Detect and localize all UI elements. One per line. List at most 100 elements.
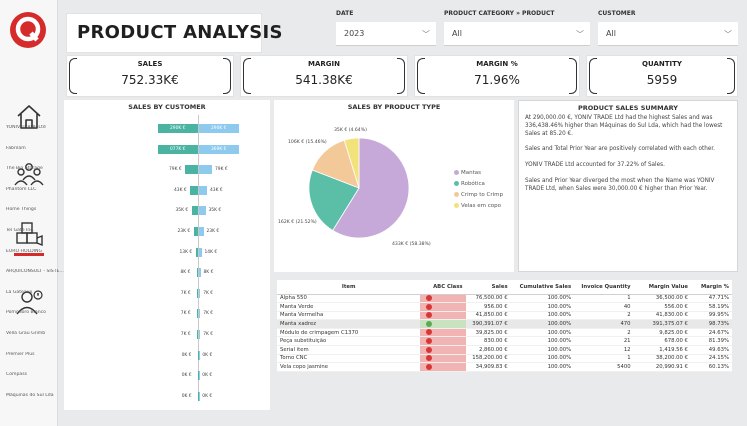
cell-quantity: 21	[574, 336, 634, 347]
cell-cumulative: 100.00%	[510, 354, 575, 364]
category-filter[interactable]: All ﹀	[444, 22, 590, 46]
legend-item[interactable]: Crimp to Crimp	[454, 192, 503, 198]
column-header-abc[interactable]: ABC Class	[420, 280, 466, 295]
cell-abc	[420, 362, 466, 372]
customer-prior-year-bar[interactable]	[199, 288, 201, 298]
products-icon[interactable]	[12, 216, 46, 250]
customer-prior-value: 8K €	[203, 270, 214, 276]
cell-sales: 390,391.07 €	[465, 319, 511, 329]
cell-margin-pct: 47.71%	[690, 294, 732, 304]
customer-sales-bar[interactable]	[196, 288, 198, 298]
kpi-quantity: QUANTITY 5959	[586, 55, 738, 97]
customer-prior-year-bar[interactable]	[199, 227, 204, 236]
cell-abc	[420, 328, 466, 338]
cell-margin-pct: 58.19%	[690, 302, 732, 312]
table-row[interactable]: Vela copo jasmine 34,909.83 €100.00% 5400 2…	[277, 362, 732, 372]
table-row[interactable]: Módulo de crimpagem C1370 39,825.00 €100.…	[277, 328, 732, 338]
customer-sales-bar[interactable]	[195, 247, 198, 257]
kpi-label: MARGIN %	[476, 60, 518, 68]
cell-quantity: 12	[574, 345, 634, 355]
customer-sales-bar[interactable]	[191, 206, 198, 216]
customer-sales-value: 290K €	[170, 126, 186, 131]
abc-status-icon	[426, 303, 433, 310]
abc-status-icon	[426, 363, 433, 370]
table-row[interactable]: Alpha 550 76,500.00 €100.00% 1 36,500.00 €4…	[277, 294, 732, 304]
customer-sales-bar[interactable]	[185, 165, 198, 175]
customer-prior-value: 35K €	[208, 208, 222, 214]
category-filter-value: All	[452, 29, 462, 38]
column-header-item[interactable]: Item	[277, 280, 421, 295]
table-row[interactable]: Peça substituição 830.00 €100.00% 21 678.00…	[277, 336, 732, 347]
cell-abc	[420, 354, 466, 364]
legend-item[interactable]: Robótica	[454, 181, 485, 187]
table-row[interactable]: Torno CNC 158,200.00 €100.00% 1 38,200.00 €…	[277, 354, 732, 364]
customer-name: Máquinas do Sul Lda	[6, 392, 54, 398]
table-row[interactable]: Serial item 2,860.00 €100.00% 12 1,419.56 €…	[277, 345, 732, 355]
cell-margin-pct: 60.13%	[690, 362, 732, 372]
customer-prior-year-bar[interactable]	[199, 247, 202, 257]
column-header-quantity[interactable]: Invoice Quantity	[574, 280, 634, 295]
customer-name: La Gateaux	[6, 289, 33, 295]
customer-prior-year-bar[interactable]	[199, 268, 201, 278]
cell-margin: 9,825.00 €	[633, 328, 691, 338]
customer-name: Vella Grau Grimb	[6, 331, 46, 336]
cell-item: Manta xadrez	[277, 319, 421, 329]
summary-paragraph: Sales and Prior Year diverged the most w…	[525, 177, 715, 192]
pie-data-label: 35K € (4.64%)	[334, 128, 367, 133]
customer-sales-bar[interactable]	[193, 227, 198, 236]
cell-margin-pct: 81.39%	[690, 336, 732, 347]
page-title-box: PRODUCT ANALYSIS	[66, 13, 282, 53]
sidebar	[0, 0, 58, 426]
table-row[interactable]: Manta Vermelha 41,850.00 €100.00% 2 41,830.…	[277, 311, 732, 321]
customer-name: EURO HOLDING	[6, 248, 43, 254]
customer-prior-year-bar[interactable]	[199, 330, 201, 339]
customer-sales-bar[interactable]	[190, 185, 198, 195]
legend-item[interactable]: Velas em copo	[454, 203, 501, 209]
cell-margin: 20,990.91 €	[633, 362, 691, 372]
cell-quantity: 1	[574, 294, 634, 304]
summary-paragraph: YONIV TRADE Ltd accounted for 37.22% of …	[525, 162, 665, 169]
cell-sales: 158,200.00 €	[465, 354, 511, 364]
column-header-margin-pct[interactable]: Margin %	[690, 280, 732, 295]
customer-sales-value: 23K €	[177, 229, 191, 234]
legend-item[interactable]: Mantas	[454, 170, 481, 176]
table-header-row: Item ABC Class Sales Cumulative Sales In…	[277, 280, 732, 295]
abc-status-icon	[426, 312, 433, 319]
customer-sales-bar[interactable]	[196, 268, 198, 278]
customer-prior-year-bar[interactable]	[199, 165, 212, 175]
date-filter[interactable]: 2023 ﹀	[336, 22, 436, 46]
cell-margin: 36,500.00 €	[633, 294, 691, 304]
customer-name: ARQUICONSULT - SISTE...	[6, 269, 64, 275]
table-row[interactable]: Manta xadrez 390,391.07 €100.00% 470 391,37…	[277, 319, 732, 329]
cell-item: Serial item	[277, 345, 421, 355]
product-sales-summary-panel: PRODUCT SALES SUMMARY At 290,000.00 €, Y…	[518, 100, 738, 272]
legend-label: Crimp to Crimp	[461, 192, 503, 198]
chevron-down-icon: ﹀	[576, 30, 584, 39]
kpi-margin-pct: MARGIN % 71.96%	[414, 55, 580, 97]
summary-paragraph: At 290,000.00 €, YONIV TRADE Ltd had the…	[525, 115, 723, 137]
pie-data-label: 162K € (21.52%)	[278, 220, 317, 225]
cell-item: Módulo de crimpagem C1370	[277, 328, 421, 338]
customer-sales-value: 7K €	[180, 311, 191, 317]
cell-abc	[420, 302, 466, 312]
customer-prior-value: 79K €	[215, 167, 228, 173]
customer-sales-value: 0K €	[181, 373, 192, 379]
cell-cumulative: 100.00%	[510, 345, 575, 355]
column-header-sales[interactable]: Sales	[465, 280, 511, 295]
customer-sales-bar[interactable]	[196, 330, 198, 339]
customer-name: The Bin Storage	[6, 166, 43, 172]
table-row[interactable]: Manta Verde 956.00 €100.00% 40 556.00 €58.1…	[277, 302, 732, 312]
column-header-cumulative[interactable]: Cumulative Sales	[510, 280, 575, 295]
customer-filter[interactable]: All ﹀	[598, 22, 738, 46]
customer-name: YONIV TRADE Ltd	[6, 125, 46, 130]
customer-prior-year-bar[interactable]	[199, 185, 207, 195]
column-header-margin[interactable]: Margin Value	[633, 280, 691, 295]
cell-abc	[420, 345, 466, 355]
customer-prior-year-bar[interactable]	[199, 309, 201, 319]
customer-sales-bar[interactable]	[196, 309, 198, 319]
customer-sales-value: 13K €	[179, 249, 193, 255]
cell-item: Alpha 550	[277, 294, 421, 304]
cell-item: Manta Verde	[277, 302, 421, 312]
cell-margin: 391,375.07 €	[633, 319, 691, 329]
customer-prior-year-bar[interactable]	[199, 206, 206, 216]
